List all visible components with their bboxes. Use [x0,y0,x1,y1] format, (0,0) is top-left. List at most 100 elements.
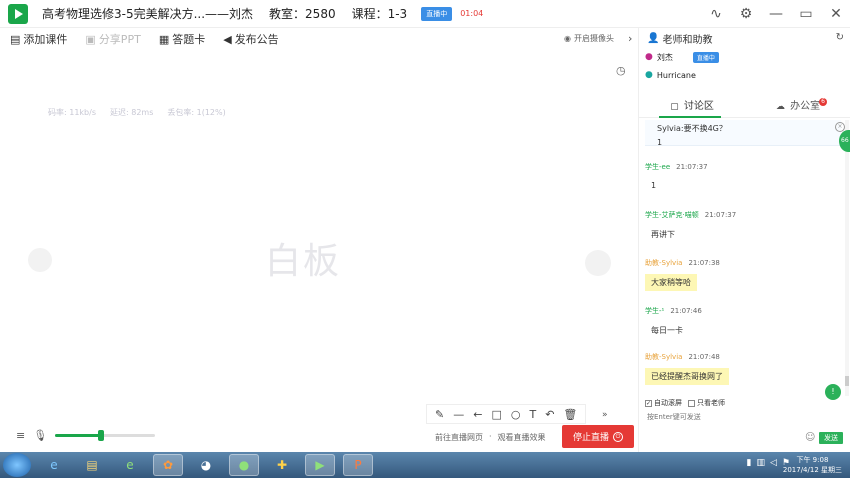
chat-input-actions: ☺ 发送 [639,428,850,448]
msg-time: 21:07:37 [676,163,708,171]
card-icon: ▦ [158,32,170,46]
minimize-button[interactable]: — [768,4,784,24]
start-button[interactable] [3,453,31,477]
window-controls: ∿ ⚙ — ▭ ✕ [708,4,844,24]
network-pulse-icon[interactable]: ∿ [708,4,724,24]
clock-date: 2017/4/12 星期三 [782,466,842,474]
chat-icon: ▢ [670,102,679,112]
system-clock[interactable]: 下午 9:08 2017/4/12 星期三 [783,455,842,475]
member-assistant[interactable]: ● Hurricane [639,66,850,84]
close-button[interactable]: ✕ [828,4,844,24]
msg-time: 21:07:37 [704,211,737,219]
title-bar: 高考物理选修3-5完美解决方...——刘杰 教室：2580 课程：1-3 直播中… [0,0,850,28]
live-links: 前往直播网页 · 观看直播效果 [435,432,546,443]
tray-volume-icon[interactable]: ◁ [770,458,777,468]
msg-sender: 学生-艾萨克·喵顿 [645,211,699,219]
answer-card-button[interactable]: ▦ 答题卡 [159,31,205,47]
collapse-panel-chevron-icon[interactable]: › [628,32,632,45]
list-item: 学生-艾萨克·喵顿 21:07:37 再讲下 [645,210,736,243]
os-taskbar: e ▤ e ✿ ◕ ● ✚ ▶ P ▮ ▥ ◁ ⚑ 下午 9:08 2017/4… [0,452,850,478]
playlist-icon[interactable]: ≡ [16,429,25,442]
msg-time: 21:07:46 [670,307,702,315]
audio-controls: ≡ 🎙 [16,429,156,442]
volume-knob[interactable] [98,430,105,441]
only-teacher-checkbox[interactable]: 只看老师 [688,398,725,408]
stop-live-button[interactable]: 停止直播 ⏻ [562,425,634,448]
qq-icon[interactable]: ◕ [191,454,221,476]
photos-icon[interactable]: ✿ [153,454,183,476]
trash-icon[interactable]: 🗑 [563,408,577,421]
post-notice-button[interactable]: ◀ 发布公告 [223,31,278,47]
floating-widget[interactable]: 66 [839,130,850,152]
unchecked-box-icon [688,399,695,407]
circle-icon[interactable]: ○ [511,408,521,421]
chat-input[interactable] [645,408,837,426]
browser-icon[interactable]: e [115,454,145,476]
classroom-app-icon[interactable]: ▶ [305,454,335,476]
microphone-icon[interactable]: 🎙 [33,429,47,442]
camera-label: 开启摄像头 [574,34,614,43]
security-icon[interactable]: ✚ [267,454,297,476]
main-toolbar: ▤ 添加课件 ▣ 分享PPT ▦ 答题卡 ◀ 发布公告 [0,28,620,50]
chat-scroll-thumb[interactable] [845,376,849,386]
camera-icon: ◉ [564,34,571,43]
power-icon: ⏻ [613,431,623,442]
msg-text: 每日一卡 [645,322,689,339]
live-timer: 01:04 [460,9,484,18]
text-icon[interactable]: T [529,408,536,421]
rectangle-icon[interactable]: □ [491,408,501,421]
tab-discussion[interactable]: ▢ 讨论区 [639,98,745,118]
pen-icon[interactable]: ✎ [435,408,444,421]
ie-icon[interactable]: e [39,454,69,476]
auto-scroll-checkbox[interactable]: ✓ 自动滚屏 [645,398,682,408]
post-notice-label: 发布公告 [234,33,279,46]
tray-battery-icon[interactable]: ▮ [747,458,752,468]
line-icon[interactable]: — [453,408,464,421]
only-teacher-label: 只看老师 [697,399,725,407]
emoji-icon[interactable]: ☺ [805,432,815,443]
list-item: 学生-ee 21:07:37 1 [645,162,708,193]
chat-list[interactable]: Sylvia:要不换4G？ 1 × 学生-ee 21:07:37 1 学生-艾萨克… [639,120,845,396]
folder-icon[interactable]: ▤ [77,454,107,476]
tray-network-icon[interactable]: ▥ [756,458,765,468]
share-ppt-button[interactable]: ▣ 分享PPT [85,31,140,47]
share-ppt-label: 分享PPT [98,33,141,46]
pinned-value: 1 [657,138,663,147]
effect-link[interactable]: 观看直播效果 [498,432,546,443]
maximize-button[interactable]: ▭ [798,4,814,24]
office-count-badge: 6 [819,98,827,106]
history-clock-icon[interactable]: ◷ [616,64,626,77]
app-logo-icon [8,3,28,24]
undo-icon[interactable]: ↶ [545,408,554,421]
tab-office-label: 办公室 [790,101,821,112]
add-courseware-button[interactable]: ▤ 添加课件 [10,31,67,47]
app-window: 高考物理选修3-5完美解决方...——刘杰 教室：2580 课程：1-3 直播中… [0,0,850,478]
teacher-assistant-title: 老师和助教 [662,34,713,46]
stat-delay: 延迟: 82ms [110,108,154,117]
list-item: 助教-Sylvia 21:07:38 大家稍等哈 [645,258,720,291]
chat-options: ✓ 自动滚屏 只看老师 [645,398,725,408]
send-button[interactable]: 发送 [819,432,843,444]
settings-gear-icon[interactable]: ⚙ [738,4,754,24]
web-link[interactable]: 前往直播网页 [435,432,483,443]
whiteboard-prev-page[interactable] [28,248,52,272]
arrow-icon[interactable]: ← [473,408,482,421]
book-icon: ▤ [10,32,21,46]
help-icon[interactable]: ! [825,384,841,400]
refresh-icon[interactable]: ↻ [836,32,844,43]
ppt-app-icon[interactable]: P [343,454,373,476]
volume-slider[interactable] [55,430,156,441]
member-name: 刘杰 [656,52,673,62]
add-courseware-label: 添加课件 [23,33,68,46]
msg-text: 已经提醒杰哥换网了 [645,368,729,385]
pinned-text: Sylvia:要不换4G？ [657,124,727,133]
member-teacher[interactable]: ● 刘杰 直播中 [639,48,850,66]
more-tools-icon[interactable]: » [602,410,608,420]
camera-toggle[interactable]: ◉ 开启摄像头 [564,33,614,44]
chat-scrollbar[interactable] [845,120,849,396]
tab-office[interactable]: ☁ 办公室 6 [745,98,850,117]
whiteboard-next-page[interactable] [585,250,611,276]
list-item: 学生-¹ 21:07:46 每日一卡 [645,306,702,339]
wechat-icon[interactable]: ● [229,454,259,476]
ppt-icon: ▣ [85,32,96,46]
